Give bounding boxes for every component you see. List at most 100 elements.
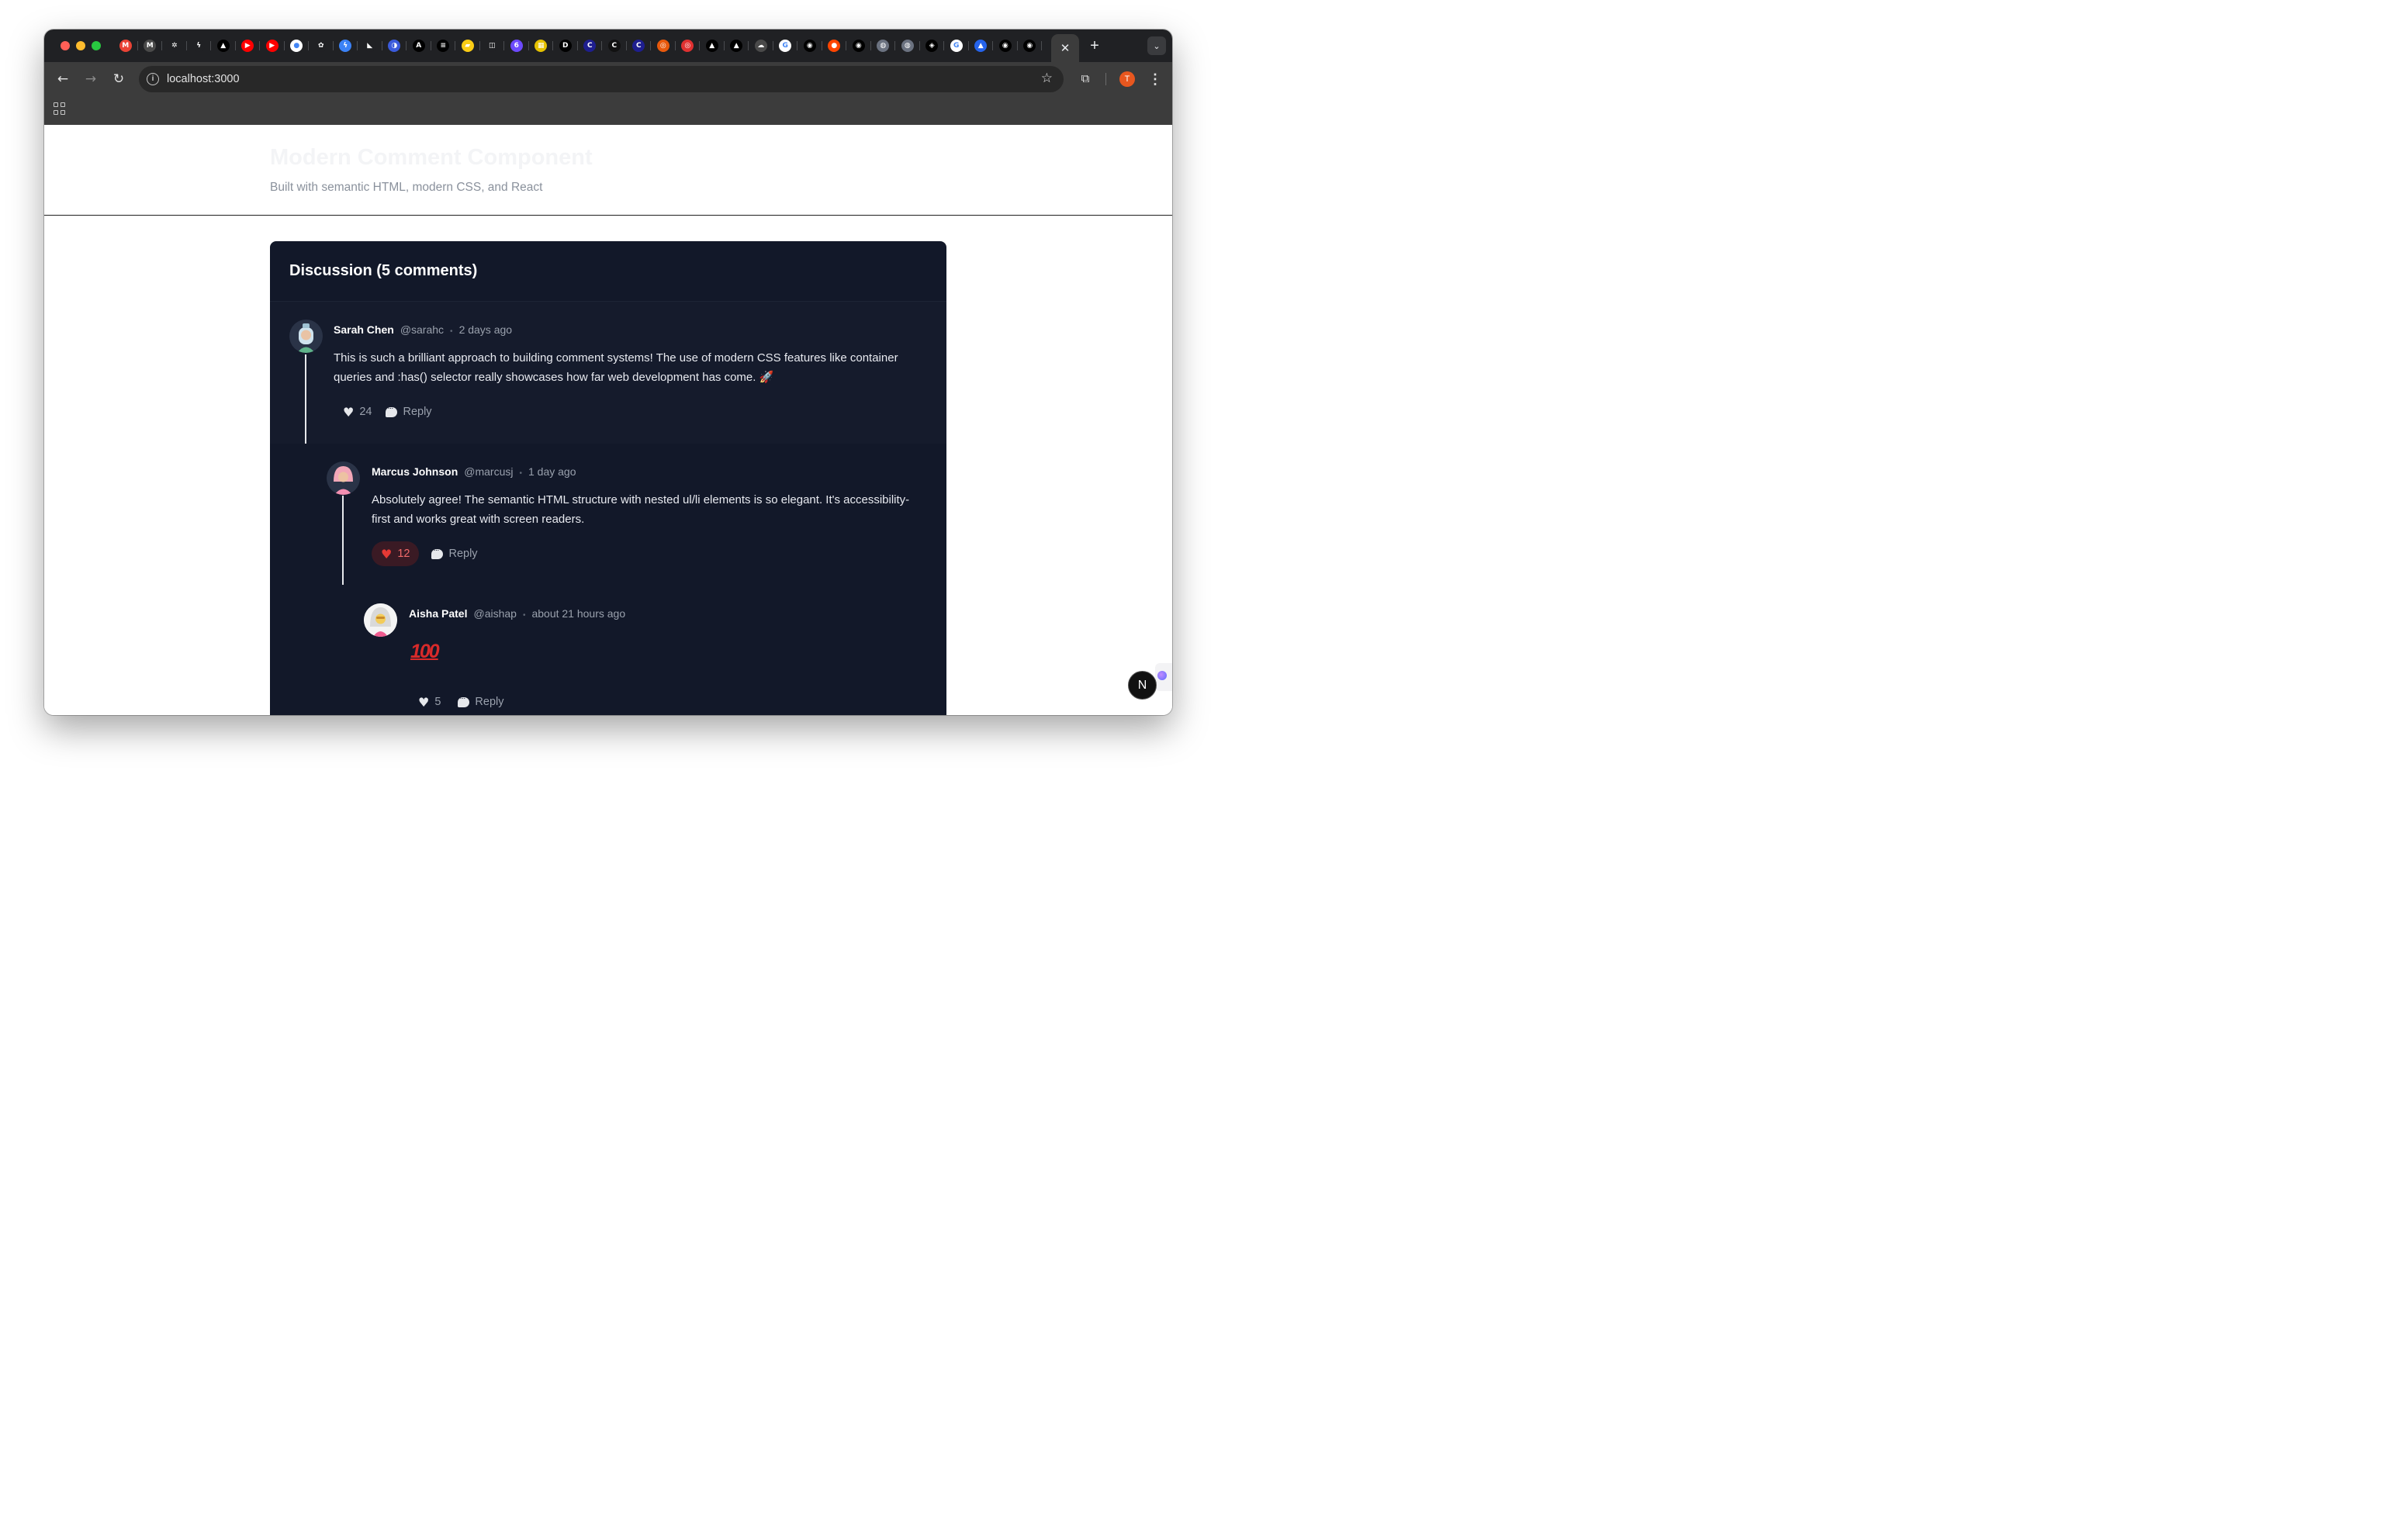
like-button[interactable]: ♥ 5 bbox=[409, 689, 450, 714]
reply-button[interactable]: Reply bbox=[431, 546, 478, 560]
browser-tab[interactable]: ● bbox=[285, 36, 310, 55]
book-icon: ▦ bbox=[535, 40, 548, 52]
reply-button[interactable]: Reply bbox=[386, 404, 432, 418]
toolbar-divider bbox=[1105, 73, 1106, 85]
thread-line bbox=[342, 496, 344, 585]
minimize-window-button[interactable] bbox=[76, 41, 85, 50]
back-button[interactable]: ← bbox=[54, 70, 72, 88]
browser-tab[interactable]: ▶ bbox=[236, 36, 261, 55]
browser-tab[interactable]: ◍ bbox=[895, 36, 920, 55]
browser-tab[interactable]: ● bbox=[822, 36, 847, 55]
comment-actions: ♥ 12 Reply bbox=[372, 541, 478, 566]
comment-body: This is such a brilliant approach to bui… bbox=[334, 351, 898, 384]
browser-tab[interactable]: M bbox=[138, 36, 163, 55]
url-text[interactable]: localhost:3000 bbox=[167, 73, 240, 85]
gmail-icon: M bbox=[119, 40, 132, 52]
page-title: Modern Comment Component bbox=[270, 145, 593, 170]
speech-bubble-icon bbox=[458, 694, 470, 707]
browser-tab[interactable]: D bbox=[553, 36, 578, 55]
browser-tab[interactable]: ▲ bbox=[969, 36, 994, 55]
bookmark-star-icon[interactable]: ☆ bbox=[1041, 71, 1053, 86]
gmail-icon: M bbox=[144, 40, 157, 52]
browser-tab[interactable]: ✿ bbox=[309, 36, 334, 55]
reply-label: Reply bbox=[448, 548, 478, 560]
comment-author[interactable]: Aisha Patel bbox=[409, 607, 467, 620]
reply-label: Reply bbox=[475, 696, 504, 708]
youtube-icon: ▶ bbox=[265, 40, 279, 52]
browser-tab[interactable]: ◑ bbox=[382, 36, 407, 55]
browser-tab[interactable]: ≡ bbox=[431, 36, 456, 55]
avatar[interactable] bbox=[289, 320, 323, 353]
avatar[interactable] bbox=[327, 461, 360, 495]
comment-author[interactable]: Marcus Johnson bbox=[372, 465, 458, 478]
new-tab-button[interactable]: + bbox=[1085, 36, 1105, 56]
browser-tab[interactable]: G bbox=[773, 36, 798, 55]
comment-handle[interactable]: @aishap bbox=[473, 607, 516, 620]
browser-tab[interactable]: ◉ bbox=[846, 36, 871, 55]
active-tab[interactable]: ✕ bbox=[1051, 34, 1079, 62]
comment-timestamp[interactable]: 2 days ago bbox=[459, 323, 513, 336]
close-tab-icon[interactable]: ✕ bbox=[1060, 41, 1071, 55]
maximize-window-button[interactable] bbox=[92, 41, 101, 50]
browser-tab[interactable]: ☁ bbox=[749, 36, 773, 55]
browser-tab[interactable]: C bbox=[627, 36, 652, 55]
a-icon: A bbox=[412, 40, 425, 52]
browser-tab[interactable]: A bbox=[407, 36, 431, 55]
extensions-puzzle-icon[interactable]: ⧉ bbox=[1077, 70, 1094, 87]
browser-tab[interactable]: 6 bbox=[504, 36, 529, 55]
like-button[interactable]: ♥ 12 bbox=[372, 541, 420, 566]
comment-timestamp[interactable]: 1 day ago bbox=[528, 465, 576, 478]
meta-separator: • bbox=[522, 611, 526, 620]
nextjs-devtools-button[interactable]: N bbox=[1128, 671, 1157, 700]
extension-widget[interactable] bbox=[1155, 663, 1172, 691]
reload-button[interactable]: ↻ bbox=[109, 70, 128, 88]
google-icon: G bbox=[950, 40, 963, 52]
browser-tab[interactable]: ◈ bbox=[920, 36, 945, 55]
profile-avatar[interactable]: T bbox=[1119, 71, 1135, 87]
globe-icon: ◍ bbox=[877, 40, 890, 52]
browser-tab[interactable]: ▰ bbox=[455, 36, 480, 55]
stack-icon: ≡ bbox=[437, 40, 450, 52]
forward-button[interactable]: → bbox=[81, 70, 100, 88]
browser-tab[interactable]: ◉ bbox=[993, 36, 1018, 55]
browser-tab[interactable]: ▲ bbox=[211, 36, 236, 55]
like-button[interactable]: ♥ 24 bbox=[334, 399, 381, 424]
reply-button[interactable]: Reply bbox=[458, 694, 504, 708]
browser-tab[interactable]: C bbox=[578, 36, 603, 55]
comment-timestamp[interactable]: about 21 hours ago bbox=[531, 607, 625, 620]
speech-bubble-icon bbox=[431, 546, 444, 559]
close-window-button[interactable] bbox=[61, 41, 70, 50]
browser-tab[interactable]: ◉ bbox=[1018, 36, 1043, 55]
arrow-icon: ◣ bbox=[363, 40, 376, 52]
browser-menu-icon[interactable]: ⋮ bbox=[1147, 70, 1163, 88]
orb-icon: ◑ bbox=[388, 40, 401, 52]
tab-search-button[interactable]: ⌄ bbox=[1147, 36, 1166, 55]
site-info-icon[interactable]: i bbox=[147, 73, 159, 85]
browser-tab[interactable]: ◉ bbox=[797, 36, 822, 55]
browser-tab[interactable]: ▶ bbox=[260, 36, 285, 55]
browser-tab[interactable]: ▲ bbox=[700, 36, 725, 55]
browser-tab[interactable]: G bbox=[944, 36, 969, 55]
youtube-icon: ▶ bbox=[241, 40, 254, 52]
browser-tab[interactable]: ϟ bbox=[187, 36, 212, 55]
browser-tab[interactable]: M bbox=[113, 36, 138, 55]
browser-tab[interactable]: ϟ bbox=[334, 36, 358, 55]
avatar[interactable] bbox=[364, 603, 397, 637]
browser-tab[interactable]: ◫ bbox=[480, 36, 505, 55]
browser-tab[interactable]: ◍ bbox=[871, 36, 896, 55]
globe-icon: ◍ bbox=[901, 40, 914, 52]
browser-tab[interactable]: ▦ bbox=[529, 36, 554, 55]
address-bar[interactable]: i localhost:3000 ☆ bbox=[139, 66, 1064, 92]
comment-actions: ♥ 24 Reply bbox=[334, 399, 432, 424]
thread-line bbox=[305, 354, 306, 444]
browser-tab[interactable]: ◎ bbox=[676, 36, 701, 55]
comment-handle[interactable]: @sarahc bbox=[400, 323, 444, 336]
browser-tab[interactable]: ✲ bbox=[162, 36, 187, 55]
browser-tab[interactable]: ◎ bbox=[651, 36, 676, 55]
apps-grid-icon[interactable] bbox=[54, 102, 66, 115]
browser-tab[interactable]: C bbox=[602, 36, 627, 55]
browser-tab[interactable]: ◣ bbox=[358, 36, 382, 55]
comment-author[interactable]: Sarah Chen bbox=[334, 323, 394, 336]
browser-tab[interactable]: ▲ bbox=[725, 36, 749, 55]
comment-handle[interactable]: @marcusj bbox=[464, 465, 513, 478]
